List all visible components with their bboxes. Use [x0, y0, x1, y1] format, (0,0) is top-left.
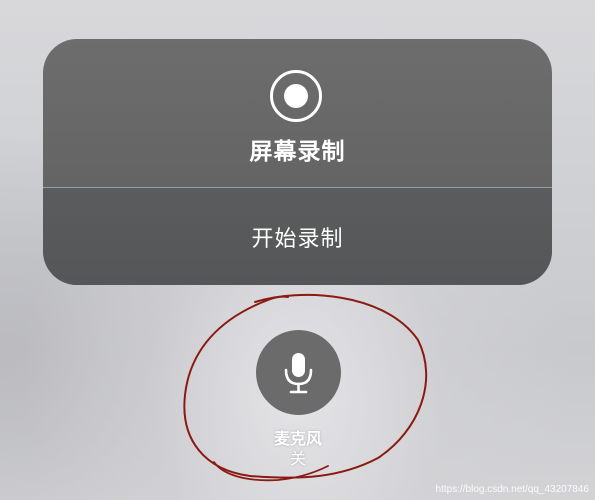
- watermark: https://blog.csdn.net/qq_43207846: [435, 484, 589, 495]
- hand-drawn-circle-annotation: [183, 294, 428, 482]
